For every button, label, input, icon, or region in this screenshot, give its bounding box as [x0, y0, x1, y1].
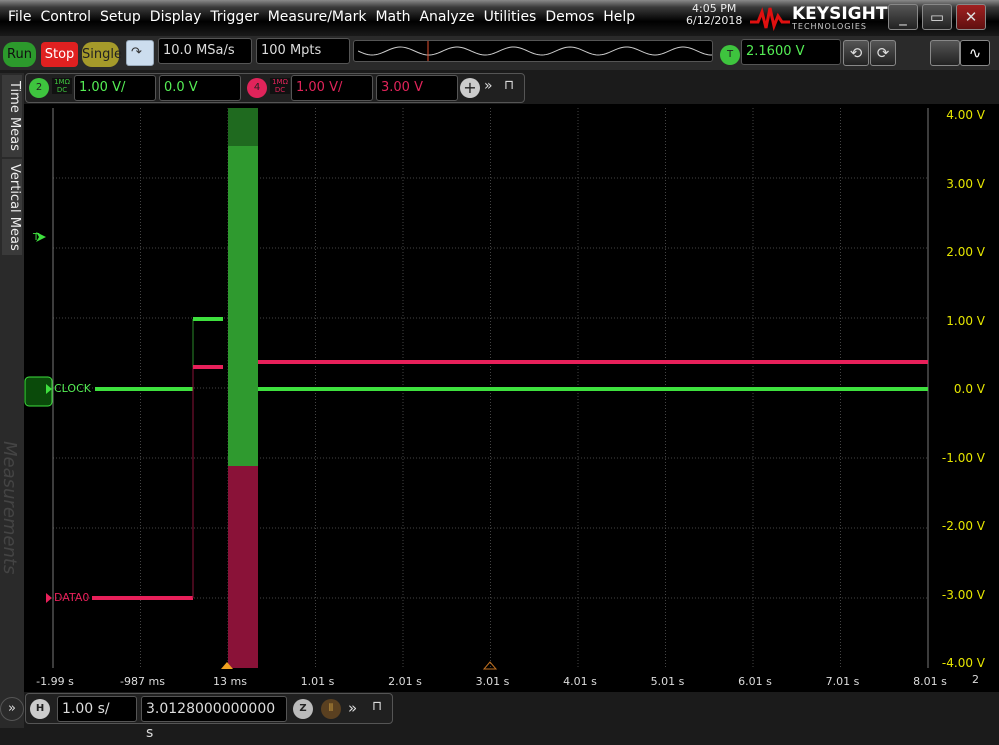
y-tick-label: 2.00 V: [946, 245, 985, 259]
maximize-button[interactable]: ▭: [922, 4, 952, 30]
grid-layout-button[interactable]: [930, 40, 960, 66]
channel-4-coupling: 1MΩ DC: [270, 78, 290, 94]
channel-2-offset[interactable]: 0.0 V: [159, 75, 241, 101]
menu-math[interactable]: Math: [375, 9, 410, 25]
side-panel: Time Meas Vertical Meas Measurements: [0, 73, 24, 728]
channel-bar: 2 1MΩ DC 1.00 V/ 0.0 V 4 1MΩ DC 1.00 V/ 3.…: [25, 73, 525, 103]
y-tick-label: 4.00 V: [946, 108, 985, 122]
coupling: DC: [56, 86, 68, 94]
date: 6/12/2018: [686, 14, 743, 27]
y-tick-label: 3.00 V: [946, 176, 985, 191]
expand-panel-icon[interactable]: »: [0, 697, 24, 721]
x-tick-label: 4.01 s: [563, 675, 597, 688]
run-button[interactable]: Run: [3, 42, 36, 67]
y-tick-label: -2.00 V: [941, 519, 985, 533]
menu-control[interactable]: Control: [40, 9, 91, 25]
menu-help[interactable]: Help: [603, 9, 635, 25]
x-tick-label: 7.01 s: [825, 675, 860, 688]
channel-4-button[interactable]: 4: [247, 78, 267, 98]
impedance: 1MΩ: [54, 78, 70, 86]
clock-burst: [228, 146, 258, 466]
horizontal-bar: H 1.00 s/ 3.0128000000000 s Z ⦀ » ⊓: [25, 693, 393, 741]
clock: 4:05 PM 6/12/2018: [686, 3, 742, 27]
y-tick-label: -1.00 V: [941, 450, 985, 465]
brand: KEYSIGHT: [792, 4, 888, 24]
auto-scale-button[interactable]: ↷: [126, 40, 154, 66]
x-axis-extra: 2: [972, 673, 979, 686]
y-tick-label: 1.00 V: [946, 313, 985, 328]
expand-icon[interactable]: »: [484, 78, 493, 94]
graticule: [24, 108, 929, 670]
menu-setup[interactable]: Setup: [100, 9, 141, 25]
channel-2-scale[interactable]: 1.00 V/: [74, 75, 156, 101]
tab-time-meas[interactable]: Time Meas: [2, 75, 22, 157]
x-tick-label: 8.01 s: [913, 675, 947, 688]
clock-label: CLOCK: [54, 382, 91, 395]
data0-label: DATA0: [54, 591, 90, 604]
redo-button[interactable]: ⟳: [870, 40, 896, 66]
memory-depth-field[interactable]: 100 Mpts: [256, 38, 350, 64]
undo-button[interactable]: ⟲: [843, 40, 869, 66]
y-tick-label: 0.0 V: [953, 382, 985, 396]
impedance: 1MΩ: [272, 78, 288, 86]
coupling: DC: [274, 86, 286, 94]
menu-measure-mark[interactable]: Measure/Mark: [268, 9, 367, 25]
keysight-logo: KEYSIGHT TECHNOLOGIES: [750, 4, 887, 32]
menu-bar: File Control Setup Display Trigger Measure/Ma…: [0, 0, 999, 36]
x-tick-label: 6.01 s: [738, 675, 772, 688]
tab-vertical-meas[interactable]: Vertical Meas: [2, 159, 22, 255]
channel-4-scale[interactable]: 1.00 V/: [291, 75, 373, 101]
trigger-marker-label: T: [33, 232, 40, 243]
horizontal-button[interactable]: H: [30, 699, 50, 719]
channel-2-coupling: 1MΩ DC: [52, 78, 72, 94]
single-button[interactable]: Single: [82, 42, 122, 67]
clock-burst-top: [228, 108, 258, 148]
pin-icon[interactable]: ⊓: [372, 699, 382, 714]
auto-scale-icon: ↷: [131, 45, 142, 60]
menu-display[interactable]: Display: [150, 9, 202, 25]
sample-rate-field[interactable]: 10.0 MSa/s: [158, 38, 252, 64]
x-tick-label: 3.01 s: [475, 675, 510, 688]
menu-trigger[interactable]: Trigger: [210, 9, 258, 25]
y-tick-label: -4.00 V: [941, 656, 985, 670]
x-tick-label: 13 ms: [213, 675, 247, 688]
zoom-button[interactable]: Z: [293, 699, 313, 719]
channel-4-offset[interactable]: 3.00 V: [376, 75, 458, 101]
x-tick-label: -1.99 s: [36, 675, 74, 688]
waveform-display[interactable]: T CLOCK DATA0: [24, 104, 999, 692]
trigger-level-field[interactable]: 2.1600 V: [741, 39, 841, 65]
trigger-icon: T: [720, 45, 740, 65]
time-position-field[interactable]: 3.0128000000000 s: [141, 696, 287, 741]
data0-ground-marker-icon[interactable]: [46, 593, 52, 603]
close-button[interactable]: ✕: [956, 4, 986, 30]
add-channel-icon[interactable]: +: [460, 78, 480, 98]
waveform-mode-icon[interactable]: ∿: [960, 40, 990, 66]
y-tick-label: -3.00 V: [941, 587, 985, 602]
minimize-button[interactable]: _: [888, 4, 918, 30]
menu-file[interactable]: File: [8, 9, 31, 25]
waveform-overview[interactable]: [353, 40, 713, 62]
overview-wave-icon: [357, 41, 713, 61]
x-tick-label: 5.01 s: [650, 675, 685, 688]
keysight-wave-icon: [750, 7, 790, 32]
time-reference-icon[interactable]: ⦀: [321, 699, 341, 719]
stop-button[interactable]: Stop: [41, 42, 78, 67]
x-tick-label: 1.01 s: [300, 675, 335, 688]
menu-demos[interactable]: Demos: [545, 9, 594, 25]
x-tick-label: -987 ms: [120, 675, 165, 688]
time-scale-field[interactable]: 1.00 s/: [57, 696, 137, 722]
channel-2-button[interactable]: 2: [29, 78, 49, 98]
expand-icon[interactable]: »: [348, 699, 357, 717]
pin-icon[interactable]: ⊓: [504, 78, 514, 93]
tab-measurements[interactable]: Measurements: [0, 423, 20, 593]
menu-utilities[interactable]: Utilities: [484, 9, 537, 25]
brand-sub: TECHNOLOGIES: [792, 22, 867, 31]
x-tick-label: 2.01 s: [388, 675, 422, 688]
menu-analyze[interactable]: Analyze: [419, 9, 474, 25]
data0-burst: [228, 466, 258, 668]
toolbar: Run Stop Single ↷ 10.0 MSa/s 100 Mpts T …: [0, 36, 999, 70]
